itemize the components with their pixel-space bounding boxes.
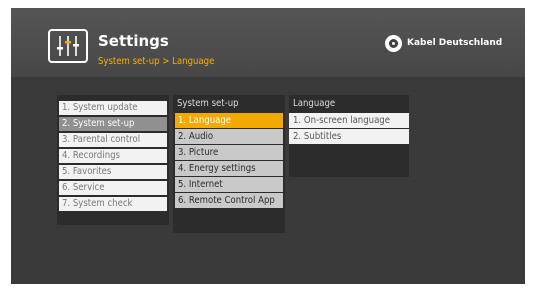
main-menu-panel: 1. System update 2. System set-up 3. Par… <box>57 95 169 225</box>
setup-menu-item-internet[interactable]: 5. Internet <box>175 177 283 192</box>
main-menu-item-system-check[interactable]: 7. System check <box>59 197 167 211</box>
settings-sliders-icon <box>48 29 88 63</box>
language-menu-panel: Language 1. On-screen language 2. Subtit… <box>289 95 409 177</box>
language-menu-item-on-screen-language[interactable]: 1. On-screen language <box>289 113 409 128</box>
setup-menu-item-language[interactable]: 1. Language <box>175 113 283 128</box>
setup-menu-item-remote-control-app[interactable]: 6. Remote Control App <box>175 193 283 208</box>
setup-menu-item-audio[interactable]: 2. Audio <box>175 129 283 144</box>
main-menu-item-recordings[interactable]: 4. Recordings <box>59 149 167 163</box>
setup-menu-item-energy-settings[interactable]: 4. Energy settings <box>175 161 283 176</box>
setup-menu-title: System set-up <box>177 98 239 109</box>
language-menu-item-subtitles[interactable]: 2. Subtitles <box>289 129 409 144</box>
kabel-deutschland-logo-icon <box>385 34 402 52</box>
language-menu-title: Language <box>293 98 336 109</box>
setup-menu-panel: System set-up 1. Language 2. Audio 3. Pi… <box>173 95 285 233</box>
main-menu-item-service[interactable]: 6. Service <box>59 181 167 195</box>
breadcrumb: System set-up > Language <box>98 56 215 67</box>
brand: Kabel Deutschland <box>385 34 503 52</box>
page-title: Settings <box>98 32 169 50</box>
tv-screen: Settings System set-up > Language Kabel … <box>11 8 525 284</box>
setup-menu-item-picture[interactable]: 3. Picture <box>175 145 283 160</box>
header-bar: Settings System set-up > Language Kabel … <box>11 8 525 77</box>
main-menu-item-favorites[interactable]: 5. Favorites <box>59 165 167 179</box>
brand-name: Kabel Deutschland <box>407 38 503 48</box>
main-menu-item-system-setup[interactable]: 2. System set-up <box>59 117 167 131</box>
main-menu-item-system-update[interactable]: 1. System update <box>59 101 167 115</box>
main-menu-item-parental-control[interactable]: 3. Parental control <box>59 133 167 147</box>
